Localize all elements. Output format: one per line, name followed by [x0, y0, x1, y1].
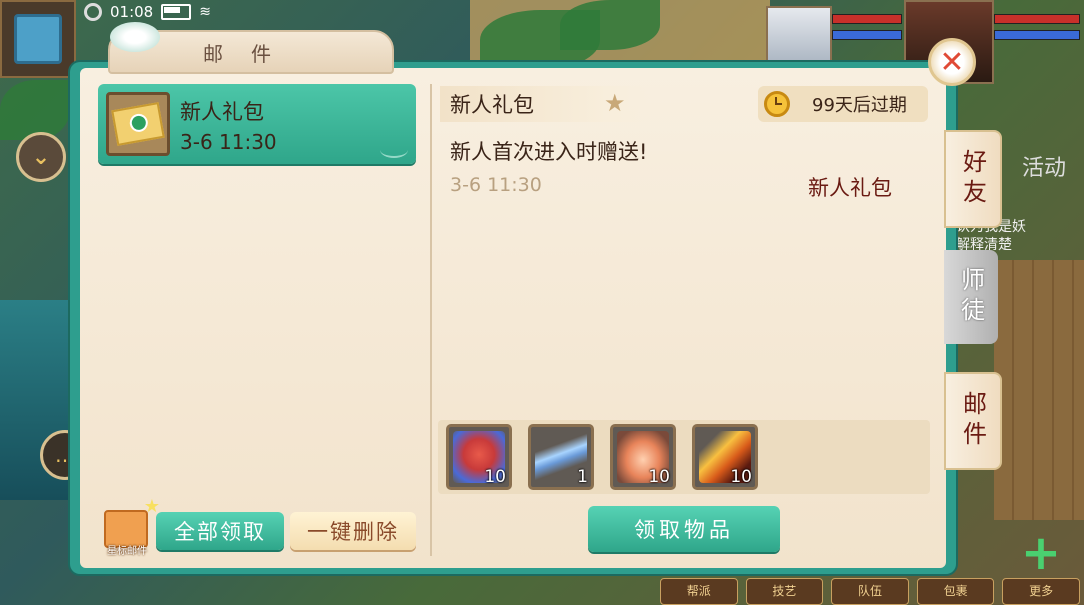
- gear-icon[interactable]: [84, 3, 102, 21]
- attachment-count: 10: [484, 467, 506, 487]
- menu-team[interactable]: 队伍: [831, 578, 909, 605]
- player-mp-bar: [994, 30, 1080, 40]
- attachment-slot[interactable]: 1: [528, 424, 594, 490]
- wooden-deck: [994, 260, 1084, 520]
- mail-sender: 新人礼包: [808, 176, 892, 200]
- attachment-count: 10: [730, 467, 752, 487]
- envelope-icon: [106, 92, 170, 156]
- starred-mail-button[interactable]: 星标邮件: [100, 496, 160, 557]
- expire-text: 99天后过期: [812, 95, 907, 116]
- menu-bag[interactable]: 包裹: [916, 578, 995, 605]
- lotus-decoration-icon: [110, 22, 160, 52]
- claim-all-button[interactable]: 全部领取: [156, 512, 284, 550]
- swirl-decoration-icon: [380, 142, 408, 158]
- battery-icon: [161, 4, 192, 20]
- attachment-count: 1: [577, 467, 588, 487]
- menu-skills[interactable]: 技艺: [745, 578, 824, 605]
- wifi-icon: ≋: [199, 4, 211, 20]
- panel-divider: [430, 84, 432, 556]
- menu-more[interactable]: 更多: [1002, 578, 1080, 605]
- mail-date: 3-6 11:30: [450, 174, 542, 196]
- attachment-count: 10: [648, 467, 670, 487]
- map-icon: [14, 14, 62, 64]
- attachment-slot[interactable]: 10: [610, 424, 676, 490]
- palm-leaf: [560, 0, 660, 50]
- pet-mp-bar: [832, 30, 902, 40]
- tab-mentor[interactable]: 师徒: [944, 250, 998, 344]
- mail-item-title: 新人礼包: [180, 100, 264, 124]
- activity-button[interactable]: 活动: [1022, 150, 1066, 182]
- starred-mail-label: 星标邮件: [107, 546, 147, 557]
- bottom-menu: 帮派 技艺 队伍 包裹 更多: [660, 578, 1080, 605]
- expire-badge: 99天后过期: [758, 86, 928, 122]
- star-icon[interactable]: ★: [604, 89, 626, 117]
- mail-list-item[interactable]: 新人礼包 3-6 11:30: [98, 84, 416, 164]
- clock-time: 01:08: [110, 3, 154, 21]
- palm-leaf: [0, 80, 70, 140]
- pet-hp-bar: [832, 14, 902, 24]
- chevron-down-icon: ⌄: [31, 144, 51, 170]
- delete-all-button[interactable]: 一键删除: [290, 512, 416, 550]
- attachment-slot[interactable]: 10: [692, 424, 758, 490]
- mail-body-text: 新人首次进入时赠送!: [450, 140, 648, 164]
- status-bar: 01:08 ≋: [84, 0, 211, 24]
- close-icon: ✕: [939, 44, 965, 80]
- mail-list: 新人礼包 3-6 11:30: [98, 84, 416, 164]
- plus-icon[interactable]: +: [1018, 529, 1064, 577]
- tab-friends[interactable]: 好友: [944, 130, 1002, 228]
- player-hp-bar: [994, 14, 1080, 24]
- claim-items-button[interactable]: 领取物品: [588, 506, 780, 552]
- pet-portrait[interactable]: [766, 6, 832, 68]
- menu-guild[interactable]: 帮派: [660, 578, 738, 605]
- alarm-clock-icon: [764, 91, 790, 117]
- tab-mail[interactable]: 邮件: [944, 372, 1002, 470]
- attachment-slot[interactable]: 10: [446, 424, 512, 490]
- map-button[interactable]: [0, 0, 76, 78]
- collapse-chevron-button[interactable]: ⌄: [16, 132, 66, 182]
- close-button[interactable]: ✕: [928, 38, 976, 86]
- mail-item-date: 3-6 11:30: [180, 130, 277, 154]
